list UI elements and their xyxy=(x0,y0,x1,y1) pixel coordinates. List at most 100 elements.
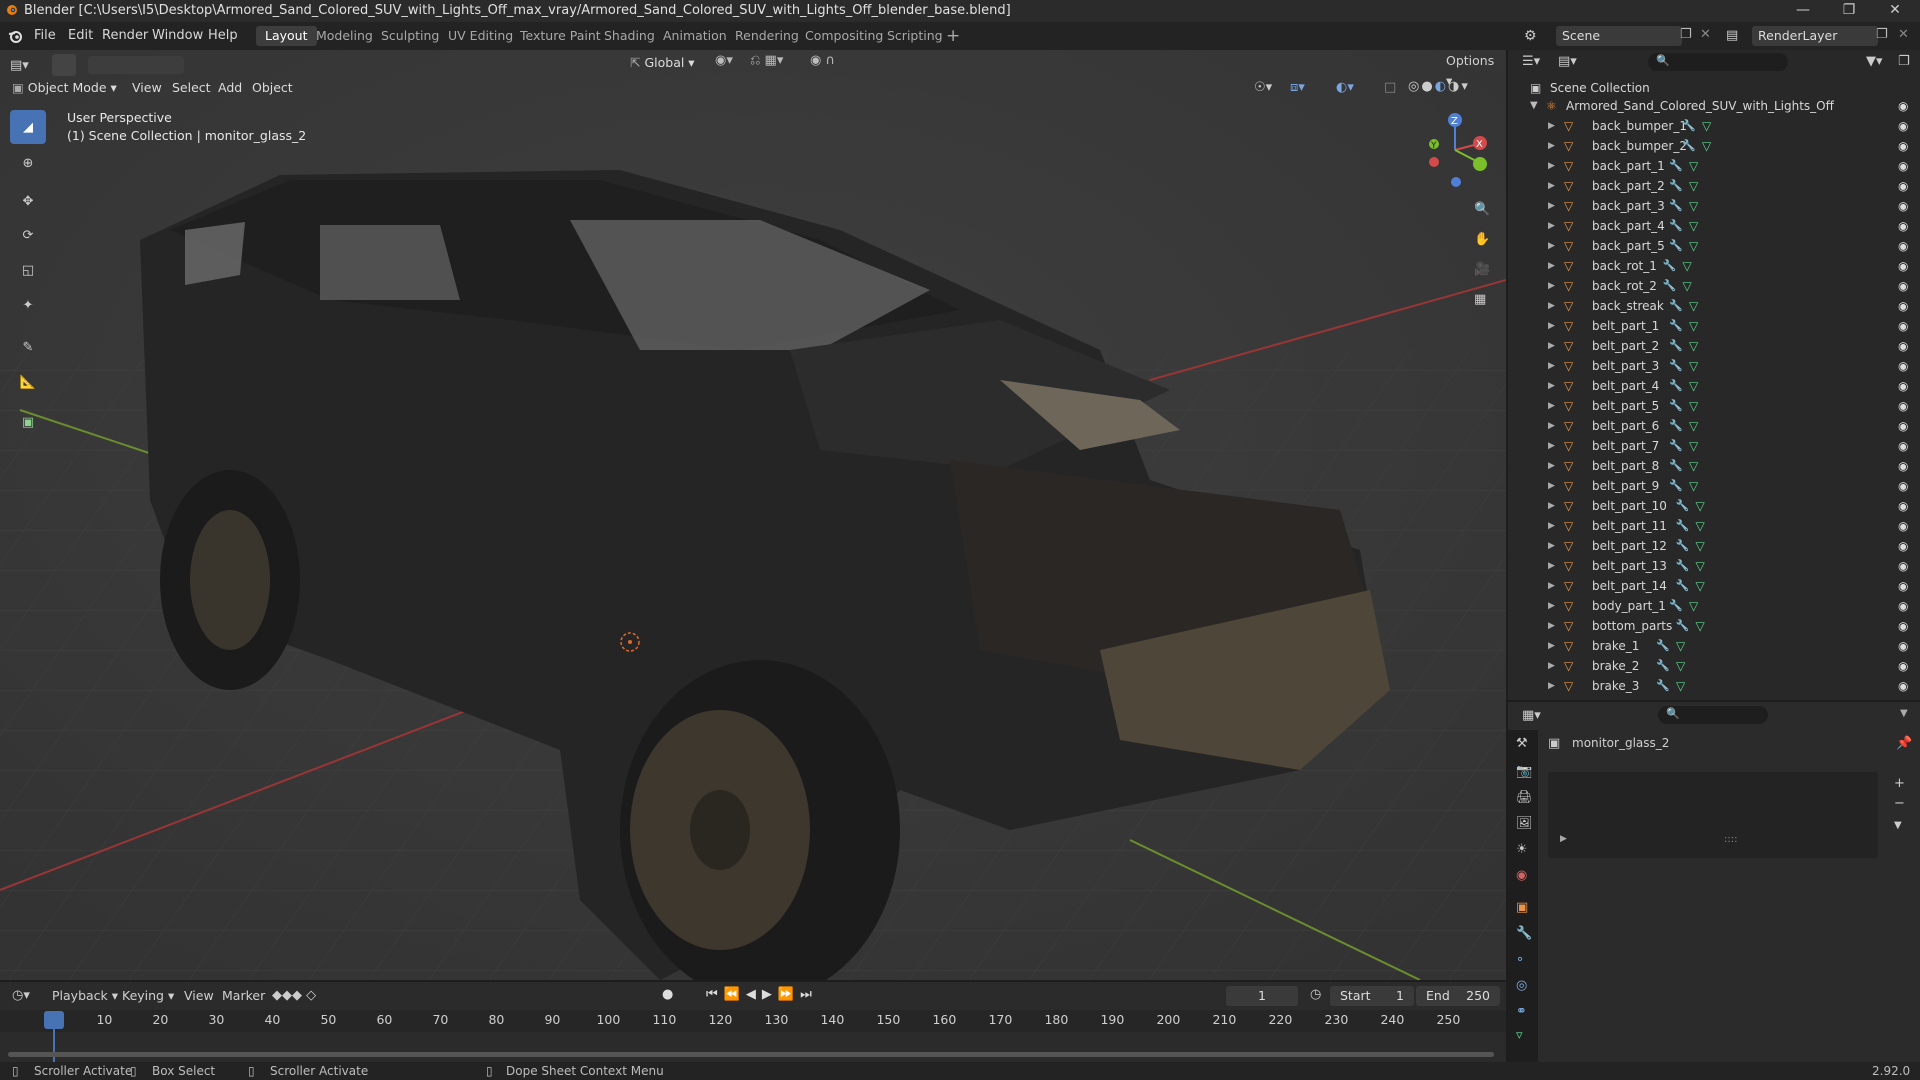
tool-add-cube[interactable]: ▣ xyxy=(10,405,46,439)
visibility-eye-icon[interactable]: ◉ xyxy=(1898,276,1908,296)
select-tool-icon[interactable] xyxy=(52,54,76,76)
mesh-data-icon[interactable]: ▽ xyxy=(1676,656,1685,676)
tool-measure[interactable]: 📐 xyxy=(10,365,46,399)
timeline-menu-marker[interactable]: Marker xyxy=(222,988,265,1003)
particles-tab-icon[interactable]: ∘ xyxy=(1516,952,1524,967)
visibility-eye-icon[interactable]: ◉ xyxy=(1898,216,1908,236)
mesh-data-icon[interactable]: ▽ xyxy=(1696,536,1705,556)
outliner-item[interactable]: ▶ ▽ belt_part_2 🔧 ▽ ◉ xyxy=(1508,336,1920,356)
expand-arrow-icon[interactable]: ▼ xyxy=(1530,96,1538,116)
tool-cursor[interactable]: ⊕ xyxy=(10,146,46,180)
outliner-item[interactable]: ▶ ▽ belt_part_12 🔧 ▽ ◉ xyxy=(1508,536,1920,556)
tool-move[interactable]: ✥ xyxy=(10,184,46,218)
mesh-data-icon[interactable]: ▽ xyxy=(1689,236,1698,256)
timeline-menu-keying[interactable]: Keying ▾ xyxy=(122,988,174,1003)
outliner-item[interactable]: ▶ ▽ brake_3 🔧 ▽ ◉ xyxy=(1508,676,1920,696)
modifier-icon[interactable]: 🔧 xyxy=(1669,176,1683,196)
slot-specials-button[interactable]: ▼ xyxy=(1894,820,1902,831)
modifier-icon[interactable]: 🔧 xyxy=(1669,416,1683,436)
outliner-item[interactable]: ▶ ▽ belt_part_9 🔧 ▽ ◉ xyxy=(1508,476,1920,496)
menu-help[interactable]: Help xyxy=(208,28,238,43)
visibility-eye-icon[interactable]: ◉ xyxy=(1898,416,1908,436)
outliner[interactable]: ☰▾ ▤▾ 🔍 ▼▾ ❐ ▣ Scene Collection ▼ ⚛ Armo… xyxy=(1508,50,1920,700)
outliner-item[interactable]: ▶ ▽ belt_part_4 🔧 ▽ ◉ xyxy=(1508,376,1920,396)
navigation-gizmo[interactable]: Z X Y xyxy=(1420,110,1490,190)
visibility-eye-icon[interactable]: ◉ xyxy=(1898,236,1908,256)
modifier-icon[interactable]: 🔧 xyxy=(1663,256,1677,276)
add-slot-button[interactable]: + xyxy=(1894,776,1905,791)
scene-name-field[interactable]: Scene xyxy=(1556,26,1682,46)
xray-icon[interactable]: □ xyxy=(1384,80,1396,95)
outliner-collection-row[interactable]: ▼ ⚛ Armored_Sand_Colored_SUV_with_Lights… xyxy=(1508,96,1920,116)
editor-type-icon[interactable]: ▤▾ xyxy=(10,58,29,73)
modifier-icon[interactable]: 🔧 xyxy=(1676,516,1690,536)
outliner-item[interactable]: ▶ ▽ belt_part_13 🔧 ▽ ◉ xyxy=(1508,556,1920,576)
visibility-eye-icon[interactable]: ◉ xyxy=(1898,376,1908,396)
expand-arrow-icon[interactable]: ▶ xyxy=(1548,656,1555,676)
ortho-toggle-icon[interactable]: ▦ xyxy=(1474,292,1486,307)
add-workspace-icon[interactable]: + xyxy=(946,26,960,46)
outliner-item[interactable]: ▶ ▽ back_bumper_2 🔧 ▽ ◉ xyxy=(1508,136,1920,156)
expand-arrow-icon[interactable]: ▶ xyxy=(1548,676,1555,696)
scene-selector-icon[interactable]: ⚙ xyxy=(1524,28,1537,44)
render-layer-field[interactable]: RenderLayer xyxy=(1752,26,1878,46)
modifier-icon[interactable]: 🔧 xyxy=(1669,216,1683,236)
current-frame-field[interactable]: 1 xyxy=(1226,986,1298,1006)
modifier-icon[interactable]: 🔧 xyxy=(1669,156,1683,176)
visibility-eye-icon[interactable]: ◉ xyxy=(1898,436,1908,456)
modifier-icon[interactable]: 🔧 xyxy=(1669,376,1683,396)
pan-icon[interactable]: ✋ xyxy=(1474,232,1490,247)
visibility-eye-icon[interactable]: ◉ xyxy=(1898,356,1908,376)
output-tab-icon[interactable]: 🖨 xyxy=(1516,790,1533,805)
end-frame-field[interactable]: End 250 xyxy=(1416,986,1500,1006)
blender-menu-icon[interactable] xyxy=(8,28,24,48)
expand-arrow-icon[interactable]: ▶ xyxy=(1548,416,1555,436)
mesh-data-icon[interactable]: ▽ xyxy=(1689,456,1698,476)
outliner-item[interactable]: ▶ ▽ body_part_1 🔧 ▽ ◉ xyxy=(1508,596,1920,616)
minimize-button[interactable]: — xyxy=(1780,0,1826,22)
properties-search-input[interactable]: 🔍 xyxy=(1658,706,1768,724)
constraints-tab-icon[interactable]: ⚭ xyxy=(1516,1004,1527,1019)
viewport-menu-add[interactable]: Add xyxy=(218,78,242,98)
outliner-item[interactable]: ▶ ▽ back_part_5 🔧 ▽ ◉ xyxy=(1508,236,1920,256)
physics-tab-icon[interactable]: ◎ xyxy=(1516,978,1527,993)
expand-arrow-icon[interactable]: ▶ xyxy=(1548,376,1555,396)
visibility-eye-icon[interactable]: ◉ xyxy=(1898,396,1908,416)
tool-rotate[interactable]: ⟳ xyxy=(10,218,46,252)
mesh-data-icon[interactable]: ▽ xyxy=(1689,316,1698,336)
visibility-eye-icon[interactable]: ◉ xyxy=(1898,596,1908,616)
tool-scale[interactable]: ◱ xyxy=(10,253,46,287)
mesh-data-icon[interactable]: ▽ xyxy=(1689,476,1698,496)
properties-options-icon[interactable]: ▼ xyxy=(1900,708,1908,719)
menu-file[interactable]: File xyxy=(34,28,56,43)
mesh-data-icon[interactable]: ▽ xyxy=(1689,216,1698,236)
mesh-data-icon[interactable]: ▽ xyxy=(1689,156,1698,176)
mesh-data-icon[interactable]: ▽ xyxy=(1689,176,1698,196)
outliner-item[interactable]: ▶ ▽ back_part_2 🔧 ▽ ◉ xyxy=(1508,176,1920,196)
keyframe-icons[interactable]: ◆◆◆ ◇ xyxy=(272,988,316,1003)
orientation-dropdown[interactable]: ⇱ Global ▾ xyxy=(630,53,695,73)
playback-controls[interactable]: ⏮⏪◀▶⏩⏭ xyxy=(706,987,818,1002)
mesh-data-icon[interactable]: ▽ xyxy=(1683,256,1692,276)
modifier-icon[interactable]: 🔧 xyxy=(1669,336,1683,356)
modifier-icon[interactable]: 🔧 xyxy=(1676,496,1690,516)
mesh-data-icon[interactable]: ▽ xyxy=(1683,276,1692,296)
mesh-data-icon[interactable]: ▽ xyxy=(1689,296,1698,316)
visibility-eye-icon[interactable]: ◉ xyxy=(1898,636,1908,656)
outliner-item[interactable]: ▶ ▽ back_part_3 🔧 ▽ ◉ xyxy=(1508,196,1920,216)
outliner-item[interactable]: ▶ ▽ belt_part_14 🔧 ▽ ◉ xyxy=(1508,576,1920,596)
expand-arrow-icon[interactable]: ▶ xyxy=(1548,536,1555,556)
modifier-icon[interactable]: 🔧 xyxy=(1682,116,1696,136)
new-collection-icon[interactable]: ❐ xyxy=(1898,54,1910,69)
modifier-icon[interactable]: 🔧 xyxy=(1676,556,1690,576)
modifier-icon[interactable]: 🔧 xyxy=(1669,476,1683,496)
tab-uv-editing[interactable]: UV Editing xyxy=(439,26,522,46)
record-icon[interactable]: ● xyxy=(662,987,673,1002)
expand-arrow-icon[interactable]: ▶ xyxy=(1548,176,1555,196)
expand-arrow-icon[interactable]: ▶ xyxy=(1548,316,1555,336)
filter-icon[interactable]: ▼▾ xyxy=(1866,54,1883,69)
scene-tab-icon[interactable]: ☀ xyxy=(1516,842,1528,857)
modifier-icon[interactable]: 🔧 xyxy=(1669,316,1683,336)
mesh-data-icon[interactable]: ▽ xyxy=(1696,496,1705,516)
visibility-eye-icon[interactable]: ◉ xyxy=(1898,456,1908,476)
